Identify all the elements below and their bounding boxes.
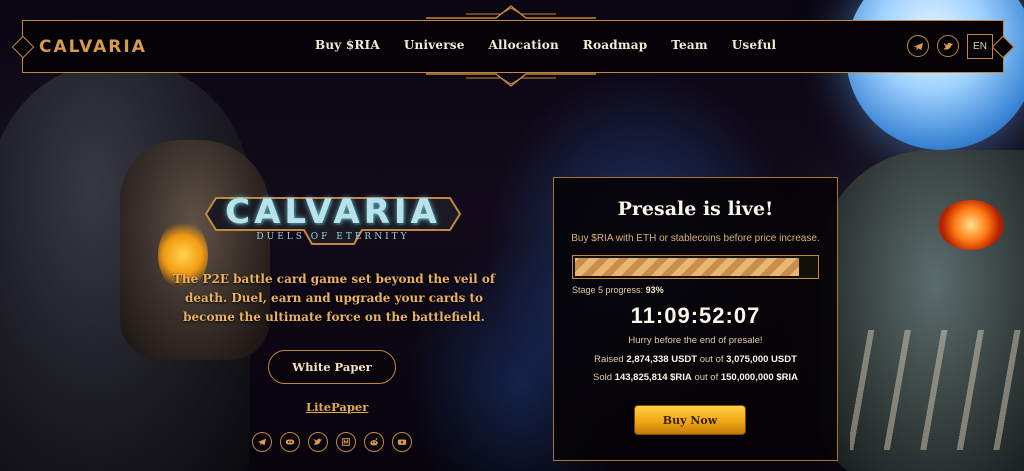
raised-value: 2,874,338 USDT	[626, 354, 698, 365]
litepaper-link[interactable]: LitePaper	[306, 400, 368, 414]
twitter-icon[interactable]	[937, 35, 959, 57]
nav-roadmap[interactable]: Roadmap	[583, 38, 647, 52]
discord-icon[interactable]	[280, 432, 300, 452]
presale-progress-fill	[575, 258, 800, 276]
nav-universe[interactable]: Universe	[404, 38, 465, 52]
reddit-icon[interactable]	[364, 432, 384, 452]
hero-tagline: The P2E battle card game set beyond the …	[173, 272, 495, 324]
raised-total: 3,075,000 USDT	[726, 354, 797, 365]
presale-card: Presale is live! Buy $RIA with ETH or st…	[553, 177, 838, 461]
nav-useful[interactable]: Useful	[732, 38, 777, 52]
presale-subtitle: Buy $RIA with ETH or stablecoins before …	[571, 233, 820, 244]
top-navigation-bar: CALVARIA Buy $RIA Universe Allocation Ro…	[22, 20, 1004, 73]
sold-of: out of	[694, 372, 719, 383]
white-paper-button[interactable]: White Paper	[268, 350, 396, 384]
stage-progress-label: Stage 5 progress:	[572, 285, 644, 295]
telegram-icon[interactable]	[907, 35, 929, 57]
stage-progress-value: 93%	[645, 285, 664, 295]
nav-allocation[interactable]: Allocation	[489, 38, 559, 52]
nav-buy-ria[interactable]: Buy $RIA	[315, 38, 380, 52]
header-ornament-bottom	[426, 73, 596, 87]
presale-progress-bar	[572, 255, 819, 279]
brand-logo[interactable]: CALVARIA	[39, 37, 147, 57]
game-logo: CALVARIA DUELS OF ETERNITY	[202, 190, 464, 250]
language-selector[interactable]: EN	[967, 34, 993, 59]
dragon-teeth-art	[850, 330, 1024, 450]
telegram-icon[interactable]	[252, 432, 272, 452]
countdown-timer: 11:09:52:07	[630, 303, 761, 328]
sold-value: 143,825,814 $RIA	[614, 372, 692, 383]
hurry-text: Hurry before the end of presale!	[628, 335, 763, 346]
dragon-eye-art	[938, 200, 1004, 250]
header-social-links	[907, 35, 959, 57]
sold-total: 150,000,000 $RIA	[720, 372, 798, 383]
twitter-icon[interactable]	[308, 432, 328, 452]
raised-of: out of	[699, 354, 724, 365]
youtube-icon[interactable]	[392, 432, 412, 452]
sold-amount: Sold 143,825,814 $RIA out of 150,000,000…	[554, 372, 837, 383]
header-ornament-top	[426, 5, 596, 19]
stage-progress: Stage 5 progress: 93%	[572, 285, 664, 295]
main-nav: Buy $RIA Universe Allocation Roadmap Tea…	[315, 38, 800, 52]
raised-label: Raised	[594, 354, 624, 365]
buy-now-button[interactable]: Buy Now	[634, 405, 746, 435]
nav-team[interactable]: Team	[671, 38, 707, 52]
hero-social-links	[252, 432, 412, 452]
raised-amount: Raised 2,874,338 USDT out of 3,075,000 U…	[554, 354, 837, 365]
logo-subtitle: DUELS OF ETERNITY	[256, 232, 410, 242]
logo-title: CALVARIA	[225, 192, 441, 232]
presale-title: Presale is live!	[617, 198, 774, 220]
sold-label: Sold	[593, 372, 613, 383]
medium-icon[interactable]	[336, 432, 356, 452]
